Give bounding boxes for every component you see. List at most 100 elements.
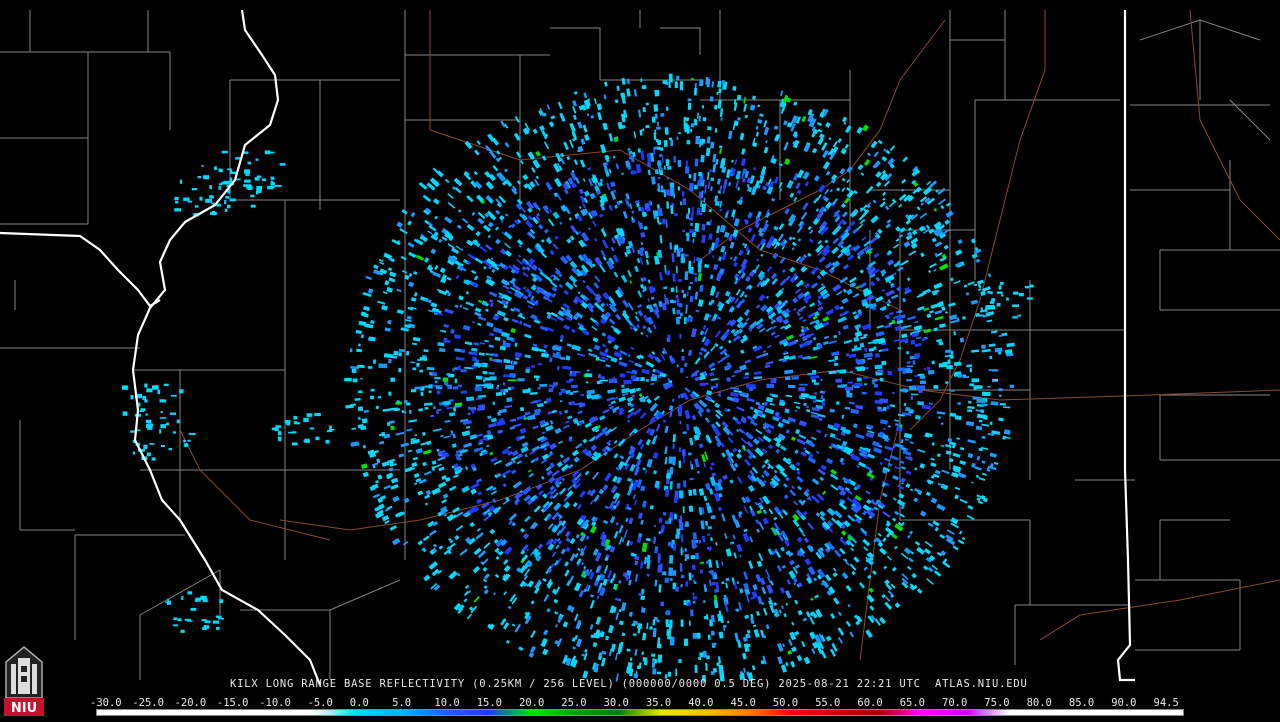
- echo-pixel: [278, 439, 282, 442]
- echo-pixel: [388, 358, 392, 364]
- echo-pixel: [600, 382, 603, 384]
- echo-pixel: [267, 185, 274, 190]
- echo-pixel: [835, 401, 840, 405]
- scale-label: 60.0: [857, 697, 883, 709]
- echo-pixel: [475, 384, 485, 387]
- echo-pixel: [924, 368, 927, 370]
- echo-pixel: [987, 291, 990, 294]
- echo-pixel: [306, 413, 313, 417]
- echo-pixel: [709, 623, 713, 627]
- echo-pixel: [303, 417, 309, 423]
- scale-label: 55.0: [815, 697, 841, 709]
- radar-map: [0, 0, 1280, 720]
- echo-pixel: [814, 392, 818, 395]
- niu-logo: NIU: [2, 646, 46, 718]
- echo-pixel: [167, 598, 170, 603]
- echo-pixel: [691, 564, 696, 570]
- echo-pixel: [657, 146, 661, 150]
- echo-pixel: [1024, 286, 1030, 289]
- echo-pixel: [989, 355, 993, 359]
- reflectivity-scale-labels: -30.0 -25.0 -20.0 -15.0 -10.0 -5.0 0.0 5.0 10.0 1…: [90, 697, 1196, 709]
- echo-pixel: [954, 361, 962, 366]
- echo-pixel: [980, 307, 983, 311]
- echo-pixel: [645, 124, 650, 129]
- echo-pixel: [309, 427, 315, 430]
- echo-pixel: [660, 601, 665, 607]
- echo-pixel: [675, 265, 678, 274]
- echo-pixel: [531, 364, 536, 368]
- echo-pixel: [227, 204, 231, 209]
- echo-pixel: [663, 165, 666, 170]
- echo-pixel: [663, 139, 668, 147]
- echo-pixel: [892, 392, 895, 394]
- echo-pixel: [675, 286, 678, 293]
- echo-pixel: [358, 343, 361, 347]
- echo-pixel: [959, 337, 965, 343]
- echo-pixel: [919, 380, 926, 385]
- echo-pixel: [653, 616, 658, 621]
- echo-pixel: [412, 367, 417, 371]
- echo-pixel: [693, 544, 698, 548]
- echo-pixel: [483, 383, 492, 388]
- echo-pixel: [651, 116, 656, 123]
- echo-pixel: [325, 439, 330, 444]
- echo-pixel: [726, 377, 731, 382]
- echo-pixel: [694, 158, 699, 167]
- echo-pixel: [452, 367, 455, 372]
- echo-pixel: [256, 188, 262, 193]
- echo-pixel: [653, 104, 659, 112]
- echo-pixel: [969, 367, 973, 373]
- echo-pixel: [699, 382, 706, 387]
- echo-pixel: [661, 218, 666, 225]
- echo-pixel: [419, 356, 428, 361]
- scale-label: -10.0: [259, 697, 291, 709]
- echo-pixel: [224, 208, 228, 212]
- echo-pixel: [987, 386, 991, 388]
- echo-pixel: [684, 271, 689, 281]
- echo-pixel: [188, 432, 196, 435]
- echo-pixel: [641, 84, 647, 90]
- echo-pixel: [966, 364, 972, 368]
- echo-pixel: [690, 128, 693, 133]
- echo-pixel: [461, 390, 468, 394]
- echo-pixel: [820, 378, 823, 382]
- echo-pixel: [716, 662, 720, 667]
- echo-pixel: [655, 138, 659, 143]
- echo-pixel: [418, 408, 424, 412]
- echo-pixel: [191, 188, 198, 191]
- echo-pixel: [174, 196, 179, 201]
- echo-pixel: [996, 291, 1003, 294]
- echo-pixel: [277, 436, 282, 440]
- echo-pixel: [957, 402, 961, 405]
- echo-pixel: [435, 409, 440, 415]
- echo-pixel: [844, 386, 854, 391]
- echo-pixel: [428, 390, 432, 393]
- echo-pixel: [209, 195, 214, 198]
- echo-pixel: [684, 558, 687, 561]
- echo-pixel: [446, 373, 451, 376]
- echo-pixel: [642, 657, 648, 662]
- echo-pixel: [454, 378, 458, 384]
- echo-pixel: [467, 406, 471, 410]
- scale-label: 25.0: [561, 697, 587, 709]
- echo-pixel: [906, 379, 913, 382]
- echo-pixel: [209, 185, 212, 190]
- echo-pixel: [174, 208, 182, 212]
- echo-pixel: [683, 317, 687, 325]
- product-caption: KILX LONG RANGE BASE REFLECTIVITY (0.25K…: [230, 678, 1028, 690]
- echo-pixel: [599, 379, 609, 382]
- echo-pixel: [681, 356, 685, 361]
- echo-pixel: [180, 629, 185, 633]
- echo-pixel: [707, 533, 711, 536]
- echo-pixel: [998, 285, 1002, 290]
- echo-pixel: [676, 483, 681, 489]
- echo-pixel: [225, 196, 230, 199]
- echo-pixel: [680, 312, 683, 317]
- echo-pixel: [361, 418, 368, 424]
- echo-pixel: [390, 425, 395, 431]
- echo-pixel: [666, 177, 669, 180]
- echo-pixel: [570, 384, 578, 389]
- echo-pixel: [202, 626, 207, 631]
- echo-pixel: [439, 385, 443, 388]
- scale-label: 40.0: [688, 697, 714, 709]
